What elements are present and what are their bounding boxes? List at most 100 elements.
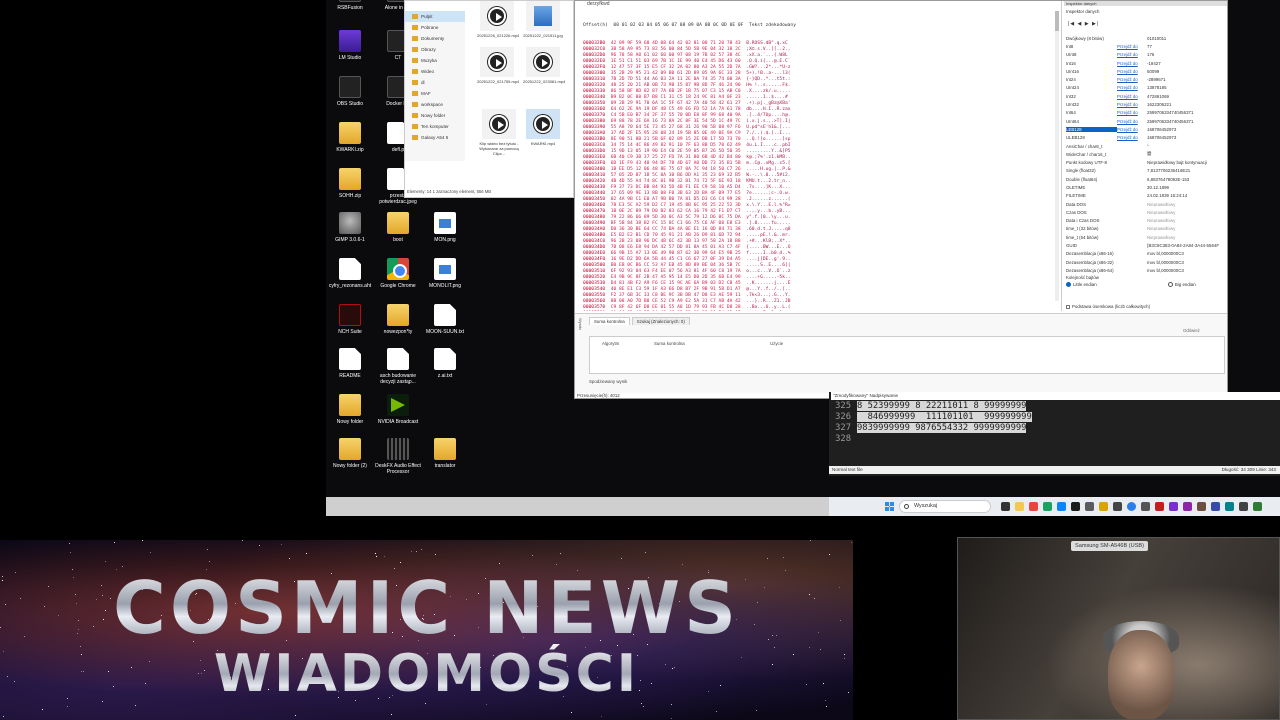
explorer-nav-item[interactable]: workspace bbox=[405, 99, 465, 110]
desktop-icon[interactable]: LM Studio bbox=[326, 30, 374, 61]
desktop-icon[interactable]: GIMP 3.0.6-1 bbox=[326, 212, 374, 243]
app-icon-dark-2[interactable] bbox=[1141, 502, 1150, 511]
explorer-nav-item[interactable]: Dokumenty bbox=[405, 33, 465, 44]
inspector-row[interactable]: ULEB128 Przejdź do 168706452973 bbox=[1066, 134, 1226, 142]
app-icon-purple-2[interactable] bbox=[1183, 502, 1192, 511]
inspector-row[interactable]: AnsiChar / char8_t ° bbox=[1066, 142, 1226, 150]
inspector-goto-link[interactable]: Przejdź do bbox=[1117, 110, 1147, 115]
desktop-icon[interactable]: z.ai.txt bbox=[421, 348, 469, 379]
desktop-icon[interactable]: MOON-SUUN.txt bbox=[421, 304, 469, 335]
inspector-row[interactable]: Int24 Przejdź do -2899671 bbox=[1066, 75, 1226, 83]
inspector-row[interactable]: UInt24 Przejdź do 13878185 bbox=[1066, 84, 1226, 92]
explorer-nav-item[interactable]: Obrazy bbox=[405, 44, 465, 55]
windows-start-icon[interactable] bbox=[885, 502, 894, 511]
editor-line[interactable]: 326 846999999 111101101 999999999 bbox=[829, 412, 1032, 423]
app-icon-gray[interactable] bbox=[1085, 502, 1094, 511]
refresh-button[interactable]: Odśwież bbox=[1183, 328, 1200, 333]
desktop-icon[interactable]: MONOLIT.png bbox=[421, 258, 469, 289]
app-icon-dark[interactable] bbox=[1113, 502, 1122, 511]
file-thumbnail[interactable]: Klip wideo bez tytułu - Wykonane za pomo… bbox=[479, 109, 519, 156]
inspector-goto-link[interactable]: Przejdź do bbox=[1117, 77, 1147, 82]
inspector-row[interactable]: time_t (32 bitów) Nieprawidłowy bbox=[1066, 225, 1226, 233]
desktop-icon[interactable]: MON.png bbox=[421, 212, 469, 243]
hex-scrollbar[interactable] bbox=[1055, 11, 1059, 301]
desktop-icon[interactable]: nowezpon*ty bbox=[374, 304, 422, 335]
edge-browser-icon[interactable] bbox=[1057, 502, 1066, 511]
inspector-row[interactable]: Int32 Przejdź do 472861069 bbox=[1066, 92, 1226, 100]
inspector-goto-link[interactable]: Przejdź do bbox=[1117, 61, 1147, 66]
inspector-goto-link[interactable]: Przejdź do bbox=[1117, 44, 1147, 49]
tab-search[interactable]: Szukaj (Znalezionych: 0) bbox=[631, 317, 690, 325]
inspector-row[interactable]: Dezasemblacja (x86-64) mov bl,0000000C3 bbox=[1066, 266, 1226, 274]
desktop-icon[interactable]: NCH Suite bbox=[326, 304, 374, 335]
inspector-row[interactable]: LEB128 Przejdź do 168706452973 bbox=[1066, 125, 1226, 133]
explorer-nav-item[interactable]: dl bbox=[405, 77, 465, 88]
inspector-goto-link[interactable]: Przejdź do bbox=[1117, 135, 1147, 140]
explorer-nav-item[interactable]: Galaxy A54 5 bbox=[405, 132, 465, 143]
app-icon-blue[interactable] bbox=[1211, 502, 1220, 511]
inspector-row[interactable]: OLETIME 30.12.1899 bbox=[1066, 183, 1226, 191]
file-thumbnail[interactable]: 20251222_023081.mp4 bbox=[523, 47, 565, 84]
inspector-goto-link[interactable]: Przejdź do bbox=[1117, 52, 1147, 57]
inspector-row[interactable]: Czas DOS Nieprawidłowy bbox=[1066, 208, 1226, 216]
terminal-icon[interactable] bbox=[1071, 502, 1080, 511]
file-explorer-icon[interactable] bbox=[1015, 502, 1024, 511]
inspector-goto-link[interactable]: Przejdź do bbox=[1117, 102, 1147, 107]
desktop-icon[interactable]: boot bbox=[374, 212, 422, 243]
desktop-icon[interactable]: DeskFX Audio Effect Processor bbox=[374, 438, 422, 475]
little-endian-radio[interactable]: Little endian bbox=[1066, 282, 1097, 288]
inspector-goto-link[interactable]: Przejdź do bbox=[1117, 69, 1147, 74]
inspector-goto-link[interactable]: Przejdź do bbox=[1117, 119, 1147, 124]
desktop-icon[interactable]: translator bbox=[421, 438, 469, 469]
desktop-icon[interactable]: KWARKI.zip bbox=[326, 122, 374, 153]
inspector-goto-link[interactable]: Przejdź do bbox=[1117, 127, 1147, 132]
inspector-navigation[interactable]: |◀ ◀ ▶ ▶| bbox=[1068, 21, 1099, 27]
inspector-row[interactable]: Dezasemblacja (x86-16) mov bl,0000000C3 bbox=[1066, 250, 1226, 258]
explorer-nav-item[interactable]: Pobrane bbox=[405, 22, 465, 33]
app-icon-red[interactable] bbox=[1155, 502, 1164, 511]
file-thumbnail[interactable]: 20251226_021226.mp4 bbox=[477, 1, 519, 38]
inspector-row[interactable]: Dwójkowy (8 bitów) 01010011 bbox=[1066, 34, 1226, 42]
explorer-nav-item[interactable]: Ten komputer bbox=[405, 121, 465, 132]
inspector-row[interactable]: GUID {B3C8C383-0A84-2A84-3A44-5564F bbox=[1066, 241, 1226, 249]
taskbar-search-box[interactable]: Wyszukaj bbox=[899, 500, 991, 513]
editor-line[interactable]: 325 8 52399999 8 22211011 8 99999999 bbox=[829, 401, 1032, 412]
inspector-row[interactable]: Int16 Przejdź do -19427 bbox=[1066, 59, 1226, 67]
inspector-row[interactable]: Punkt kodowy UTF-8 Nieprawidłowy bajt kon… bbox=[1066, 158, 1226, 166]
task-view-icon[interactable] bbox=[1001, 502, 1010, 511]
desktop-icon[interactable]: SOHH.zip bbox=[326, 168, 374, 199]
explorer-nav-item[interactable]: Nowy folder bbox=[405, 110, 465, 121]
editor-line[interactable]: 328 bbox=[829, 434, 1032, 445]
desktop-icon[interactable]: README bbox=[326, 348, 374, 379]
inspector-row[interactable]: Double (float64) 6,88376478092E-153 bbox=[1066, 175, 1226, 183]
app-icon-brown[interactable] bbox=[1197, 502, 1206, 511]
big-endian-radio[interactable]: Big endian bbox=[1167, 282, 1196, 288]
file-thumbnail[interactable]: KWARKI.mp4 bbox=[523, 109, 563, 146]
explorer-nav-item[interactable]: Wideo bbox=[405, 66, 465, 77]
app-icon-purple[interactable] bbox=[1169, 502, 1178, 511]
file-thumbnail[interactable]: 20251222_021755.mp4 bbox=[477, 47, 519, 84]
file-thumbnail[interactable]: 20251222_021511.jpg bbox=[523, 1, 563, 38]
desktop-icon[interactable]: Nowy folder (2) bbox=[326, 438, 374, 469]
inspector-row[interactable]: Data i Czas DOS Nieprawidłowy bbox=[1066, 217, 1226, 225]
inspector-goto-link[interactable]: Przejdź do bbox=[1117, 85, 1147, 90]
inspector-row[interactable]: WideChar / char16_t 嶜 bbox=[1066, 150, 1226, 158]
inspector-goto-link[interactable]: Przejdź do bbox=[1117, 94, 1147, 99]
folder-icon[interactable] bbox=[1099, 502, 1108, 511]
inspector-row[interactable]: Single (float32) 7,8137706236416E21 bbox=[1066, 167, 1226, 175]
desktop-icon[interactable]: OBS Studio bbox=[326, 76, 374, 107]
inspector-row[interactable]: Int64 Przejdź do 2599706334740456371 bbox=[1066, 109, 1226, 117]
app-icon-green[interactable] bbox=[1043, 502, 1052, 511]
app-icon-teal[interactable] bbox=[1225, 502, 1234, 511]
chrome-icon[interactable] bbox=[1127, 502, 1136, 511]
desktop-icon[interactable]: Google Chrome bbox=[374, 258, 422, 289]
hex-view[interactable]: Offset(h) 00 01 02 03 04 05 06 07 08 09 … bbox=[583, 11, 1057, 311]
inspector-row[interactable]: Data DOS Nieprawidłowy bbox=[1066, 200, 1226, 208]
tab-checksum[interactable]: Suma kontrolna bbox=[589, 317, 630, 325]
desktop-icon[interactable]: asch budowanie decyzji zastąp... bbox=[374, 348, 422, 385]
explorer-nav-item[interactable]: MAF bbox=[405, 88, 465, 99]
text-editor-lines[interactable]: 325 8 52399999 8 22211011 8 99999999 326 8… bbox=[829, 401, 1032, 445]
app-icon-gray-2[interactable] bbox=[1239, 502, 1248, 511]
brave-browser-icon[interactable] bbox=[1029, 502, 1038, 511]
inspector-row[interactable]: Int8 Przejdź do 77 bbox=[1066, 42, 1226, 50]
